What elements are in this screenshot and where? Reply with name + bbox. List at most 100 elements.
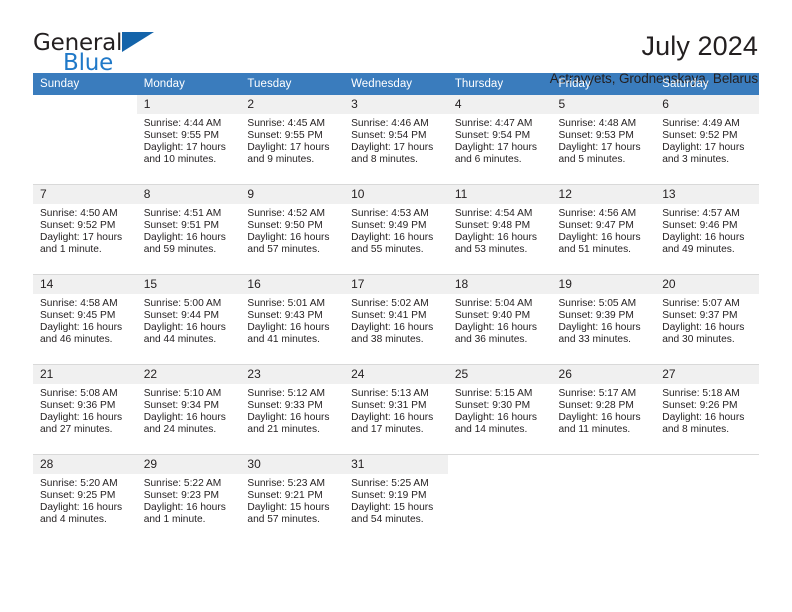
sun-info-line: Sunset: 9:55 PM (143, 130, 220, 142)
sun-info-line: Daylight: 17 hours (351, 142, 434, 154)
sun-info-line: Daylight: 16 hours (351, 412, 434, 424)
sun-info-line: Sunset: 9:19 PM (351, 490, 427, 502)
day-number: 13 (655, 185, 759, 204)
day-sun-info: Sunrise: 4:58 AM Sunset: 9:45 PM Daylight:… (33, 294, 137, 346)
calendar-day-cell[interactable]: 20 Sunrise: 5:07 AM Sunset: 9:37 PM Dayligh… (655, 274, 759, 365)
sun-info-line: Sunset: 9:36 PM (40, 400, 116, 412)
sun-info-line: Sunrise: 4:53 AM (351, 208, 429, 219)
sun-info-line: Sunset: 9:54 PM (351, 130, 427, 142)
calendar-day-cell[interactable]: 15 Sunrise: 5:00 AM Sunset: 9:44 PM Dayligh… (136, 274, 241, 365)
calendar-day-cell[interactable] (551, 454, 656, 544)
sun-info-line: and 6 minutes. (454, 154, 522, 166)
calendar-day-cell[interactable]: 12 Sunrise: 4:56 AM Sunset: 9:47 PM Dayligh… (551, 184, 656, 275)
day-number: 11 (447, 185, 552, 204)
sun-info-line: Daylight: 16 hours (143, 412, 226, 424)
sun-info-line: Sunrise: 5:23 AM (247, 478, 325, 489)
calendar-day-cell[interactable]: 30 Sunrise: 5:23 AM Sunset: 9:21 PM Dayligh… (240, 454, 345, 544)
sun-info-line: Sunset: 9:28 PM (558, 400, 634, 412)
day-cell-6: 6 Sunrise: 4:49 AM Sunset: 9:52 PM Daylight… (655, 95, 759, 184)
day-sun-info: Sunrise: 4:49 AM Sunset: 9:52 PM Daylight:… (655, 114, 759, 166)
sun-info-line: Sunset: 9:50 PM (247, 220, 323, 232)
calendar-day-cell[interactable]: 4 Sunrise: 4:47 AM Sunset: 9:54 PM Daylight… (447, 95, 552, 185)
calendar-day-cell[interactable]: 27 Sunrise: 5:18 AM Sunset: 9:26 PM Dayligh… (655, 364, 759, 455)
calendar-day-cell[interactable] (447, 454, 552, 544)
calendar-day-cell[interactable]: 19 Sunrise: 5:05 AM Sunset: 9:39 PM Dayligh… (551, 274, 656, 365)
calendar-day-cell[interactable]: 26 Sunrise: 5:17 AM Sunset: 9:28 PM Dayligh… (551, 364, 656, 455)
calendar-day-cell[interactable]: 28 Sunrise: 5:20 AM Sunset: 9:25 PM Dayligh… (33, 454, 137, 544)
calendar-day-cell[interactable] (655, 454, 759, 544)
sun-info-line: Sunset: 9:53 PM (558, 130, 634, 142)
sun-info-line: and 21 minutes. (247, 424, 320, 436)
sun-info-line: Sunset: 9:26 PM (662, 400, 738, 412)
day-number: 22 (136, 365, 241, 384)
sun-info-line: and 1 minute. (143, 514, 206, 526)
sun-info-line: Sunset: 9:43 PM (247, 310, 323, 322)
sun-info-line: Sunset: 9:40 PM (454, 310, 531, 322)
day-cell-9: 9 Sunrise: 4:52 AM Sunset: 9:50 PM Daylight… (240, 185, 345, 274)
calendar-day-cell[interactable]: 1 Sunrise: 4:44 AM Sunset: 9:55 PM Daylight… (136, 95, 241, 185)
sun-info-line: Daylight: 16 hours (454, 412, 537, 424)
day-number (552, 455, 656, 474)
calendar-day-cell[interactable]: 13 Sunrise: 4:57 AM Sunset: 9:46 PM Dayligh… (655, 184, 759, 275)
month-calendar: Sunday Monday Tuesday Wednesday Thursday… (33, 73, 759, 544)
day-cell-19: 19 Sunrise: 5:05 AM Sunset: 9:39 PM Dayligh… (551, 275, 656, 364)
calendar-day-cell[interactable]: 2 Sunrise: 4:45 AM Sunset: 9:55 PM Daylight… (240, 95, 345, 185)
calendar-day-cell[interactable]: 21 Sunrise: 5:08 AM Sunset: 9:36 PM Dayligh… (33, 364, 137, 455)
sun-info-line: and 14 minutes. (454, 424, 528, 436)
sun-info-line: Sunrise: 4:44 AM (143, 118, 222, 129)
sun-info-line: Sunrise: 4:45 AM (247, 118, 325, 129)
sun-info-line: Sunset: 9:45 PM (40, 310, 116, 322)
day-number (33, 95, 137, 114)
sun-info-line: Sunrise: 4:58 AM (40, 298, 118, 309)
calendar-day-cell[interactable] (33, 95, 137, 185)
sun-info-line: Daylight: 16 hours (351, 322, 434, 334)
sun-info-line: Sunset: 9:33 PM (247, 400, 323, 412)
sun-info-line: Daylight: 16 hours (40, 502, 123, 514)
calendar-day-cell[interactable]: 14 Sunrise: 4:58 AM Sunset: 9:45 PM Dayligh… (33, 274, 137, 365)
calendar-day-cell[interactable]: 11 Sunrise: 4:54 AM Sunset: 9:48 PM Dayligh… (447, 184, 552, 275)
day-cell-30: 30 Sunrise: 5:23 AM Sunset: 9:21 PM Dayligh… (240, 455, 345, 544)
day-cell-5: 5 Sunrise: 4:48 AM Sunset: 9:53 PM Daylight… (551, 95, 656, 184)
day-cell-28: 28 Sunrise: 5:20 AM Sunset: 9:25 PM Dayligh… (33, 455, 137, 544)
calendar-day-cell[interactable]: 3 Sunrise: 4:46 AM Sunset: 9:54 PM Daylight… (344, 95, 448, 185)
day-sun-info: Sunrise: 5:17 AM Sunset: 9:28 PM Daylight:… (552, 384, 656, 436)
sun-info-line: Sunrise: 4:54 AM (454, 208, 533, 219)
day-cell-1: 1 Sunrise: 4:44 AM Sunset: 9:55 PM Daylight… (136, 95, 241, 184)
calendar-day-cell[interactable]: 23 Sunrise: 5:12 AM Sunset: 9:33 PM Dayligh… (240, 364, 345, 455)
sun-info-line: Daylight: 16 hours (143, 322, 226, 334)
sun-info-line: Sunrise: 5:18 AM (662, 388, 740, 399)
day-cell-23: 23 Sunrise: 5:12 AM Sunset: 9:33 PM Dayligh… (240, 365, 345, 454)
sun-info-line: Daylight: 16 hours (40, 412, 123, 424)
calendar-day-cell[interactable]: 18 Sunrise: 5:04 AM Sunset: 9:40 PM Dayligh… (447, 274, 552, 365)
day-cell-empty (655, 455, 759, 544)
calendar-week-row: 21 Sunrise: 5:08 AM Sunset: 9:36 PM Dayligh… (33, 364, 759, 455)
sun-info-line: Sunrise: 5:13 AM (351, 388, 429, 399)
calendar-day-cell[interactable]: 5 Sunrise: 4:48 AM Sunset: 9:53 PM Daylight… (551, 95, 656, 185)
calendar-day-cell[interactable]: 31 Sunrise: 5:25 AM Sunset: 9:19 PM Dayligh… (344, 454, 448, 544)
day-number: 26 (551, 365, 656, 384)
day-number: 31 (344, 455, 448, 474)
sun-info-line: and 8 minutes. (662, 424, 730, 436)
sun-info-line: Sunset: 9:31 PM (351, 400, 427, 412)
calendar-day-cell[interactable]: 7 Sunrise: 4:50 AM Sunset: 9:52 PM Daylight… (33, 184, 137, 275)
day-number: 12 (551, 185, 656, 204)
calendar-day-cell[interactable]: 8 Sunrise: 4:51 AM Sunset: 9:51 PM Daylight… (136, 184, 241, 275)
sun-info-line: Sunrise: 5:05 AM (558, 298, 637, 309)
day-sun-info: Sunrise: 4:46 AM Sunset: 9:54 PM Daylight:… (344, 114, 448, 166)
day-sun-info: Sunrise: 5:01 AM Sunset: 9:43 PM Daylight:… (240, 294, 344, 346)
calendar-day-cell[interactable]: 17 Sunrise: 5:02 AM Sunset: 9:41 PM Dayligh… (344, 274, 448, 365)
sun-info-line: and 36 minutes. (454, 334, 528, 346)
calendar-day-cell[interactable]: 24 Sunrise: 5:13 AM Sunset: 9:31 PM Dayligh… (344, 364, 448, 455)
calendar-day-cell[interactable]: 10 Sunrise: 4:53 AM Sunset: 9:49 PM Dayligh… (344, 184, 448, 275)
day-sun-info: Sunrise: 5:10 AM Sunset: 9:34 PM Daylight:… (137, 384, 241, 436)
calendar-day-cell[interactable]: 25 Sunrise: 5:15 AM Sunset: 9:30 PM Dayligh… (447, 364, 552, 455)
calendar-body: 1 Sunrise: 4:44 AM Sunset: 9:55 PM Daylight… (33, 95, 759, 544)
calendar-day-cell[interactable]: 22 Sunrise: 5:10 AM Sunset: 9:34 PM Dayligh… (136, 364, 241, 455)
calendar-day-cell[interactable]: 9 Sunrise: 4:52 AM Sunset: 9:50 PM Daylight… (240, 184, 345, 275)
day-cell-empty (552, 455, 656, 544)
page-header: General Blue July 2024 Astravyets, Grodn… (0, 0, 792, 86)
calendar-day-cell[interactable]: 6 Sunrise: 4:49 AM Sunset: 9:52 PM Daylight… (655, 95, 759, 185)
calendar-day-cell[interactable]: 29 Sunrise: 5:22 AM Sunset: 9:23 PM Dayligh… (136, 454, 241, 544)
day-number: 24 (344, 365, 448, 384)
calendar-day-cell[interactable]: 16 Sunrise: 5:01 AM Sunset: 9:43 PM Dayligh… (240, 274, 345, 365)
